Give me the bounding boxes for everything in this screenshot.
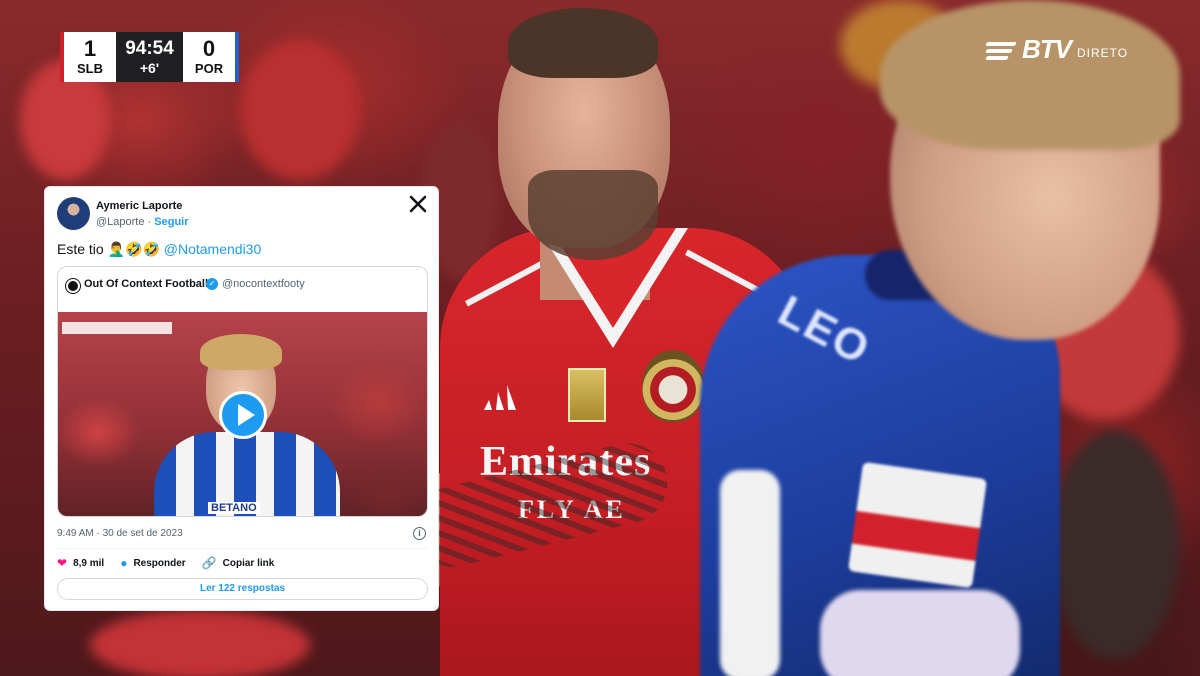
author-handle-line: @Laporte · Seguir: [96, 216, 189, 228]
channel-logo-text: BTV: [1022, 34, 1072, 64]
scorebug: 1 SLB 94:54 +6' 0 POR: [60, 32, 239, 82]
video-shirt-sponsor: BETANO: [208, 502, 260, 514]
player-hair: [880, 0, 1180, 150]
like-button[interactable]: ❤ 8,9 mil: [57, 556, 104, 570]
quoted-author-handle[interactable]: @nocontextfooty: [222, 278, 305, 290]
adidas-logo-icon: [484, 385, 516, 410]
divider: [57, 548, 428, 549]
author-avatar[interactable]: [57, 197, 90, 230]
away-team-box: 0 POR: [183, 32, 239, 82]
channel-logo: BTV DIRETO: [985, 34, 1129, 64]
channel-logo-stripes-icon: [985, 40, 1020, 62]
video-player-hair: [200, 334, 282, 370]
quoted-video[interactable]: BETANO: [58, 312, 427, 516]
link-icon: 🔗: [201, 556, 217, 570]
heart-icon: ❤: [57, 556, 68, 570]
info-icon[interactable]: i: [413, 527, 426, 540]
sleeve-patch: [847, 461, 988, 589]
follow-button[interactable]: Seguir: [154, 216, 188, 228]
tweet-timestamp[interactable]: 9:49 AM · 30 de set de 2023: [57, 528, 183, 539]
away-score: 0: [202, 36, 216, 61]
handle-separator: ·: [144, 216, 155, 228]
player-arm: [820, 590, 1020, 676]
like-count: 8,9 mil: [73, 557, 105, 569]
video-scorebug: [62, 322, 172, 334]
home-score: 1: [83, 36, 97, 61]
home-team-box: 1 SLB: [60, 32, 116, 82]
away-team-abbr: POR: [194, 61, 224, 76]
quoted-author-avatar[interactable]: [66, 279, 80, 293]
tweet-text-body: Este tio 🤦‍♂️🤣🤣: [57, 241, 164, 257]
tweet-actions: ❤ 8,9 mil ● Responder 🔗 Copiar link: [57, 556, 290, 570]
home-team-abbr: SLB: [77, 61, 103, 76]
author-handle[interactable]: @Laporte: [96, 216, 144, 228]
verified-badge-icon: ✓: [206, 278, 218, 290]
tweet-text: Este tio 🤦‍♂️🤣🤣 @Notamendi30: [57, 241, 261, 258]
shirt-sleeve: [720, 470, 780, 676]
live-label: DIRETO: [1077, 46, 1129, 60]
read-replies-button[interactable]: Ler 122 respostas: [57, 578, 428, 600]
player-beard: [528, 170, 658, 260]
copy-link-button[interactable]: 🔗 Copiar link: [202, 556, 275, 570]
copy-link-label: Copiar link: [222, 557, 275, 569]
crowd-blur: [90, 610, 310, 676]
crowd-blur: [240, 40, 360, 180]
author-name[interactable]: Aymeric Laporte: [96, 200, 182, 212]
match-clock: 94:54 +6': [116, 32, 183, 82]
quoted-tweet[interactable]: Out Of Context Football ✓ @nocontextfoot…: [57, 266, 428, 517]
quoted-author-name[interactable]: Out Of Context Football: [84, 278, 208, 290]
embedded-tweet: Aymeric Laporte @Laporte · Seguir Este t…: [44, 186, 439, 611]
champion-badge-icon: [568, 368, 606, 422]
player-hair: [508, 8, 658, 78]
reply-button[interactable]: ● Responder: [120, 556, 185, 570]
added-time: +6': [139, 60, 160, 76]
x-logo-icon[interactable]: [409, 195, 427, 213]
play-icon[interactable]: [238, 404, 255, 426]
player-blue-kit: LEO: [690, 0, 1200, 676]
clock-time: 94:54: [125, 38, 174, 59]
tweet-mention[interactable]: @Notamendi30: [164, 241, 262, 257]
reply-label: Responder: [133, 557, 186, 569]
speech-bubble-icon: ●: [120, 556, 128, 570]
